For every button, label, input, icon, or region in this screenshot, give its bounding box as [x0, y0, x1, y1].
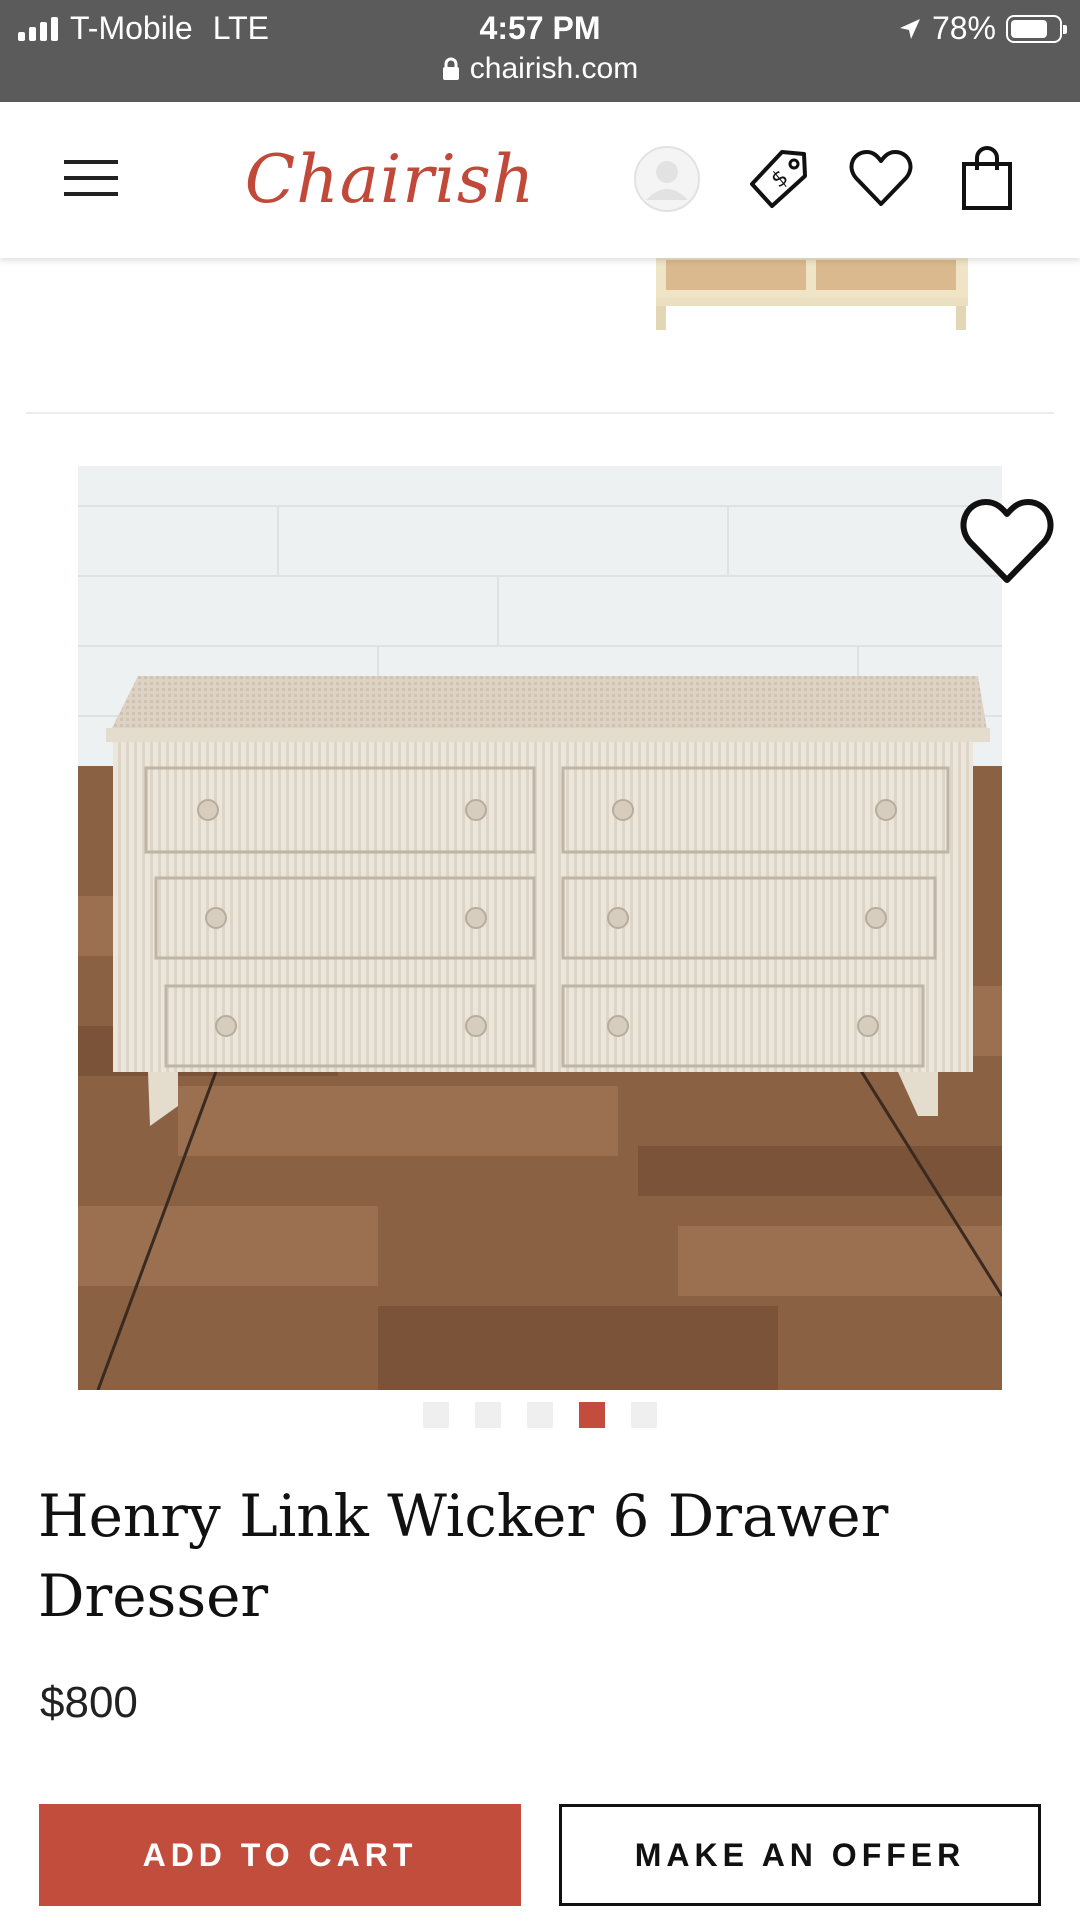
battery-percent: 78% [931, 10, 996, 46]
site-logo[interactable]: Chairish [245, 124, 535, 234]
status-bar: T-Mobile LTE 4:57 PM chairish.com 78% [0, 0, 1080, 102]
favorite-heart-icon[interactable] [958, 496, 1056, 586]
menu-icon[interactable] [64, 156, 118, 200]
url-bar[interactable]: chairish.com [0, 52, 1080, 86]
lock-icon [442, 57, 459, 80]
carousel-dot[interactable] [475, 1402, 501, 1428]
product-price: $800 [40, 1678, 138, 1727]
image-carousel-pagination [0, 1402, 1080, 1428]
make-offer-button[interactable]: MAKE AN OFFER [559, 1804, 1041, 1906]
site-header: Chairish $ [0, 102, 1080, 258]
heart-icon[interactable] [846, 144, 916, 214]
account-icon[interactable] [632, 144, 702, 214]
add-to-cart-button[interactable]: ADD TO CART [39, 1804, 521, 1906]
system-status: 78% [898, 10, 1067, 47]
section-divider [26, 412, 1054, 414]
price-tag-icon[interactable]: $ [742, 144, 812, 214]
shopping-bag-icon[interactable] [952, 144, 1022, 214]
url-text: chairish.com [469, 52, 639, 85]
product-image[interactable] [78, 466, 1002, 1390]
carousel-dot-active[interactable] [579, 1402, 605, 1428]
product-title: Henry Link Wicker 6 Drawer Dresser [38, 1482, 889, 1630]
battery-icon [1006, 14, 1067, 43]
carousel-dot[interactable] [423, 1402, 449, 1428]
carousel-dot[interactable] [527, 1402, 553, 1428]
carousel-dot[interactable] [631, 1402, 657, 1428]
related-product-image[interactable] [654, 258, 970, 332]
location-arrow-icon [899, 18, 920, 39]
